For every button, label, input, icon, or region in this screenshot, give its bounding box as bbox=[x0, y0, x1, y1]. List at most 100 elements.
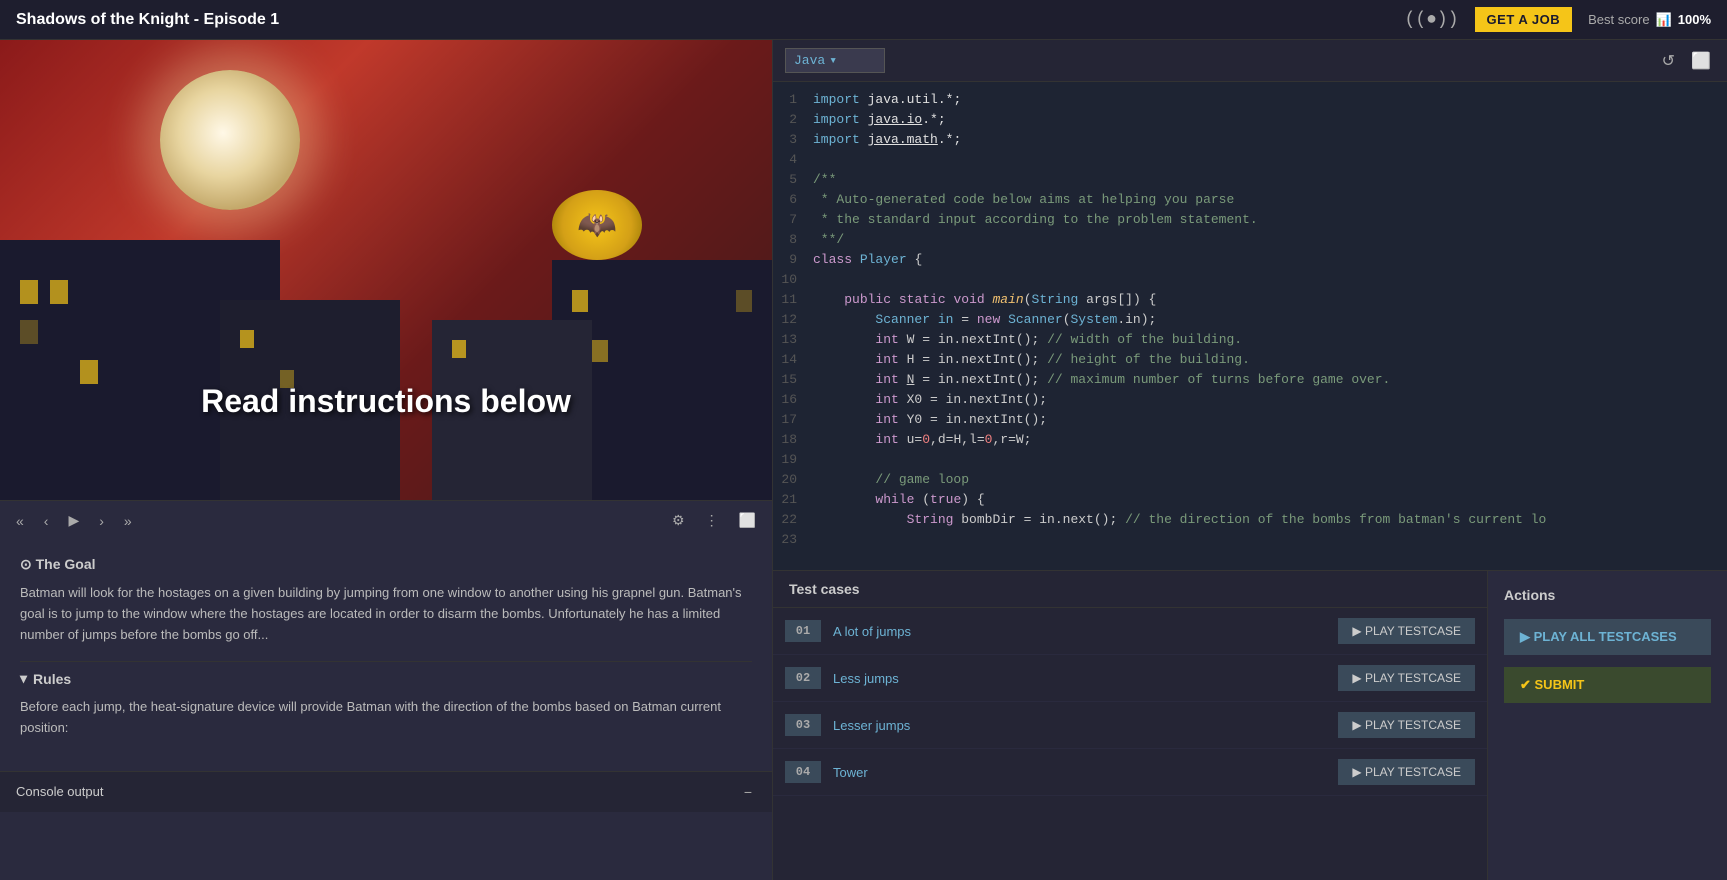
line-code: import java.util.*; bbox=[813, 90, 1727, 110]
line-number: 16 bbox=[773, 390, 813, 410]
video-background: 🦇 Read instructions below bbox=[0, 40, 772, 500]
buildings-decoration bbox=[0, 220, 772, 500]
line-code: // game loop bbox=[813, 470, 1727, 490]
language-label: Java bbox=[794, 53, 825, 68]
code-line: 7 * the standard input according to the … bbox=[773, 210, 1727, 230]
line-number: 22 bbox=[773, 510, 813, 530]
line-number: 2 bbox=[773, 110, 813, 130]
language-select[interactable]: Java ▾ bbox=[785, 48, 885, 73]
test-name: Less jumps bbox=[833, 671, 1326, 686]
play-button[interactable]: ▶ bbox=[64, 510, 83, 531]
actions-header: Actions bbox=[1504, 587, 1711, 603]
line-code: class Player { bbox=[813, 250, 1727, 270]
line-code: public static void main(String args[]) { bbox=[813, 290, 1727, 310]
expand-button[interactable]: ⬜ bbox=[1687, 47, 1715, 75]
test-name: Tower bbox=[833, 765, 1326, 780]
code-line: 20 // game loop bbox=[773, 470, 1727, 490]
prev-button[interactable]: ‹ bbox=[40, 511, 53, 531]
line-number: 20 bbox=[773, 470, 813, 490]
code-line: 15 int N = in.nextInt(); // maximum numb… bbox=[773, 370, 1727, 390]
next-button[interactable]: › bbox=[95, 511, 108, 531]
code-line: 18 int u=0,d=H,l=0,r=W; bbox=[773, 430, 1727, 450]
line-number: 4 bbox=[773, 150, 813, 170]
code-line: 14 int H = in.nextInt(); // height of th… bbox=[773, 350, 1727, 370]
window-decoration bbox=[736, 290, 752, 312]
line-number: 12 bbox=[773, 310, 813, 330]
code-line: 23 bbox=[773, 530, 1727, 550]
test-num: 02 bbox=[785, 667, 821, 689]
code-line: 16 int X0 = in.nextInt(); bbox=[773, 390, 1727, 410]
window-decoration bbox=[80, 360, 98, 384]
line-number: 17 bbox=[773, 410, 813, 430]
test-cases-panel: Test cases 01 A lot of jumps ▶ PLAY TEST… bbox=[773, 571, 1487, 880]
video-overlay-text: Read instructions below bbox=[0, 383, 772, 420]
console-minimize-button[interactable]: − bbox=[740, 782, 756, 802]
play-testcase-button[interactable]: ▶ PLAY TESTCASE bbox=[1338, 759, 1475, 785]
chevron-down-icon: ▾ bbox=[829, 53, 837, 68]
code-line: 13 int W = in.nextInt(); // width of the… bbox=[773, 330, 1727, 350]
code-line: 10 bbox=[773, 270, 1727, 290]
line-number: 11 bbox=[773, 290, 813, 310]
code-editor[interactable]: 1import java.util.*;2import java.io.*;3i… bbox=[773, 82, 1727, 570]
play-testcase-button[interactable]: ▶ PLAY TESTCASE bbox=[1338, 665, 1475, 691]
batman-logo: 🦇 bbox=[552, 190, 642, 260]
test-cases-header: Test cases bbox=[773, 571, 1487, 608]
line-number: 15 bbox=[773, 370, 813, 390]
video-container: 🦇 Read instructions below « ‹ ▶ › » ⚙ ⋮ … bbox=[0, 40, 772, 540]
rules-toggle[interactable]: ▾ Rules bbox=[20, 670, 752, 687]
test-case-row: 01 A lot of jumps ▶ PLAY TESTCASE bbox=[773, 608, 1487, 655]
line-code: * Auto-generated code below aims at help… bbox=[813, 190, 1727, 210]
content-area: ⊙ The Goal Batman will look for the host… bbox=[0, 540, 772, 771]
line-code: * the standard input according to the pr… bbox=[813, 210, 1727, 230]
refresh-button[interactable]: ↺ bbox=[1658, 47, 1679, 75]
bottom-panels: Test cases 01 A lot of jumps ▶ PLAY TEST… bbox=[773, 570, 1727, 880]
line-number: 3 bbox=[773, 130, 813, 150]
divider bbox=[20, 661, 752, 662]
broadcast-icon: ((●)) bbox=[1405, 10, 1459, 30]
test-name: A lot of jumps bbox=[833, 624, 1326, 639]
fullscreen-icon[interactable]: ⬜ bbox=[735, 510, 760, 531]
line-number: 5 bbox=[773, 170, 813, 190]
topbar: Shadows of the Knight - Episode 1 ((●)) … bbox=[0, 0, 1727, 40]
actions-panel: Actions ▶ PLAY ALL TESTCASES ✔ SUBMIT bbox=[1487, 571, 1727, 880]
test-case-row: 02 Less jumps ▶ PLAY TESTCASE bbox=[773, 655, 1487, 702]
fast-forward-button[interactable]: » bbox=[120, 511, 136, 531]
line-code: int W = in.nextInt(); // width of the bu… bbox=[813, 330, 1727, 350]
rules-body: Before each jump, the heat-signature dev… bbox=[20, 697, 752, 739]
code-line: 5/** bbox=[773, 170, 1727, 190]
test-cases-list: 01 A lot of jumps ▶ PLAY TESTCASE 02 Les… bbox=[773, 608, 1487, 796]
settings-icon[interactable]: ⚙ bbox=[668, 510, 689, 531]
line-code: /** bbox=[813, 170, 1727, 190]
code-line: 22 String bombDir = in.next(); // the di… bbox=[773, 510, 1727, 530]
window-decoration bbox=[50, 280, 68, 304]
score-icon: 📊 bbox=[1656, 12, 1672, 28]
line-code: int Y0 = in.nextInt(); bbox=[813, 410, 1727, 430]
window-decoration bbox=[592, 340, 608, 362]
video-controls: « ‹ ▶ › » ⚙ ⋮ ⬜ bbox=[0, 500, 772, 540]
test-name: Lesser jumps bbox=[833, 718, 1326, 733]
line-number: 7 bbox=[773, 210, 813, 230]
line-code: **/ bbox=[813, 230, 1727, 250]
line-number: 21 bbox=[773, 490, 813, 510]
play-all-button[interactable]: ▶ PLAY ALL TESTCASES bbox=[1504, 619, 1711, 655]
submit-button[interactable]: ✔ SUBMIT bbox=[1504, 667, 1711, 703]
left-panel: 🦇 Read instructions below « ‹ ▶ › » ⚙ ⋮ … bbox=[0, 40, 773, 880]
moon-decoration bbox=[160, 70, 300, 210]
goal-section-body: Batman will look for the hostages on a g… bbox=[20, 583, 752, 645]
share-icon[interactable]: ⋮ bbox=[701, 510, 723, 531]
line-number: 23 bbox=[773, 530, 813, 550]
get-a-job-button[interactable]: GET A JOB bbox=[1475, 7, 1573, 32]
play-testcase-button[interactable]: ▶ PLAY TESTCASE bbox=[1338, 712, 1475, 738]
line-code: int X0 = in.nextInt(); bbox=[813, 390, 1727, 410]
rewind-button[interactable]: « bbox=[12, 511, 28, 531]
line-code: while (true) { bbox=[813, 490, 1727, 510]
code-line: 17 int Y0 = in.nextInt(); bbox=[773, 410, 1727, 430]
chevron-down-icon: ▾ bbox=[20, 670, 27, 687]
main-layout: 🦇 Read instructions below « ‹ ▶ › » ⚙ ⋮ … bbox=[0, 40, 1727, 880]
code-line: 8 **/ bbox=[773, 230, 1727, 250]
window-decoration bbox=[240, 330, 254, 348]
topbar-right: ((●)) GET A JOB Best score 📊 100% bbox=[1405, 7, 1711, 32]
test-case-row: 03 Lesser jumps ▶ PLAY TESTCASE bbox=[773, 702, 1487, 749]
play-testcase-button[interactable]: ▶ PLAY TESTCASE bbox=[1338, 618, 1475, 644]
code-line: 12 Scanner in = new Scanner(System.in); bbox=[773, 310, 1727, 330]
